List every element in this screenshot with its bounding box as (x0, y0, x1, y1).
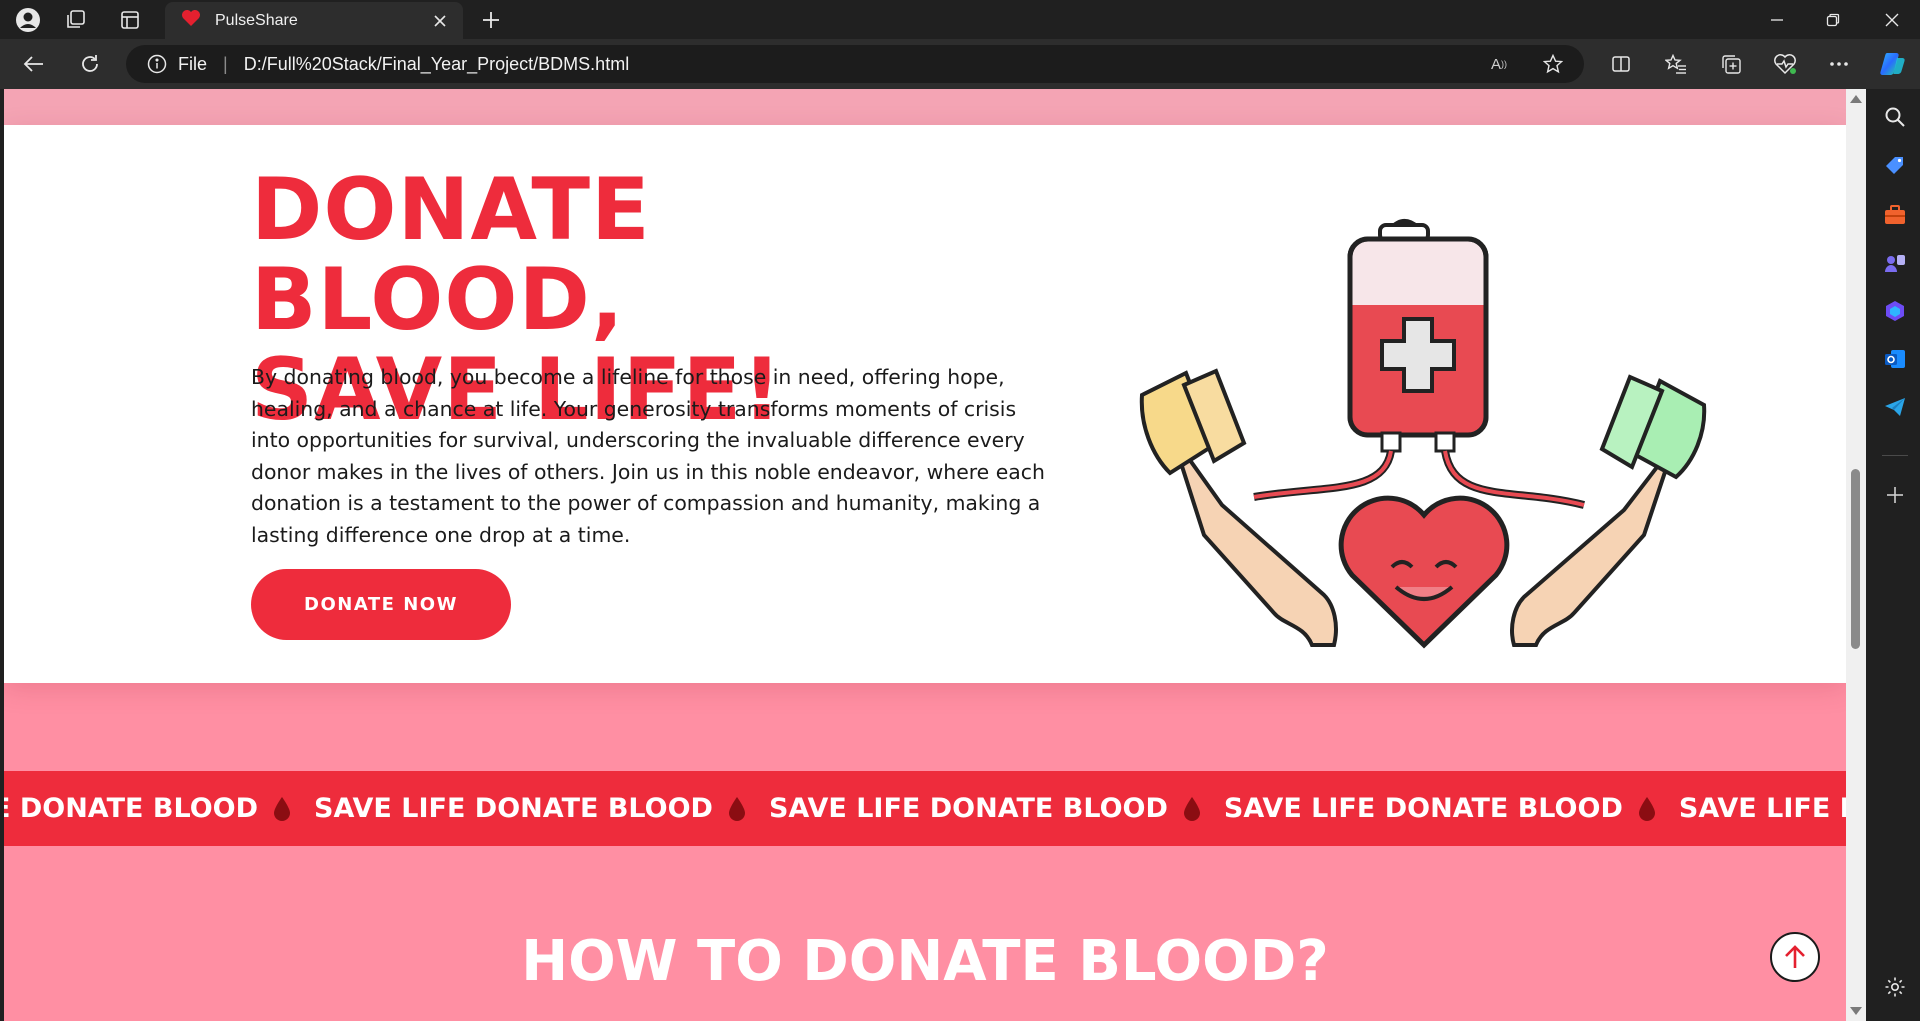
marquee-banner: E DONATE BLOOD SAVE LIFE DONATE BLOOD SA… (4, 771, 1846, 846)
read-aloud-icon[interactable]: A)) (1486, 52, 1512, 76)
browser-nav-bar: File | D:/Full%20Stack/Final_Year_Projec… (0, 39, 1920, 89)
minimize-icon[interactable] (1749, 0, 1805, 39)
marquee-text: E DONATE BLOOD (4, 793, 259, 824)
page-viewport: DONATE BLOOD, SAVE LIFE! By donating blo… (4, 89, 1846, 1021)
marquee-text: SAVE LIFE DONATE BLOOD (768, 793, 1168, 824)
blood-drop-icon (1183, 796, 1200, 821)
marquee-item: E DONATE BLOOD (4, 793, 314, 824)
browser-tab-bar: PulseShare (0, 0, 1920, 39)
address-separator: | (223, 53, 228, 74)
blood-drop-icon (728, 796, 745, 821)
scroll-up-arrow-icon[interactable] (1850, 95, 1862, 103)
sidebar-divider (1882, 455, 1908, 456)
marquee-text: SAVE LIFE DONATE BLOOD (1223, 793, 1623, 824)
tab-title: PulseShare (215, 11, 298, 29)
donate-now-button[interactable]: DONATE NOW (251, 569, 511, 640)
close-tab-icon[interactable] (429, 10, 451, 32)
collections-icon[interactable] (1713, 48, 1749, 80)
tools-briefcase-icon[interactable] (1879, 199, 1911, 231)
arrow-up-icon (1785, 945, 1805, 968)
page-scrollbar[interactable] (1846, 89, 1866, 1021)
restore-icon[interactable] (1805, 0, 1861, 39)
send-telegram-icon[interactable] (1879, 391, 1911, 423)
how-to-donate-heading: HOW TO DONATE BLOOD? (521, 929, 1329, 994)
marquee-track: E DONATE BLOOD SAVE LIFE DONATE BLOOD SA… (4, 771, 1846, 846)
address-bar[interactable]: File | D:/Full%20Stack/Final_Year_Projec… (126, 45, 1584, 83)
blood-drop-icon (274, 796, 291, 821)
heart-favicon-icon (181, 9, 201, 32)
close-window-icon[interactable] (1864, 0, 1920, 39)
header-strip (4, 89, 1846, 125)
tab-pulseshare[interactable]: PulseShare (165, 2, 463, 39)
new-tab-icon[interactable] (475, 4, 507, 36)
sidebar-settings-gear-icon[interactable] (1879, 971, 1911, 1003)
favorite-star-icon[interactable] (1540, 52, 1566, 76)
marquee-item: SAVE LIFE DONATE BLOOD (1224, 793, 1679, 824)
split-screen-icon[interactable] (1603, 48, 1639, 80)
back-icon[interactable] (16, 48, 52, 80)
blood-drop-icon (1638, 796, 1655, 821)
profile-icon[interactable] (8, 4, 48, 36)
marquee-text: SAVE LIFE DONATE BLOOD (1678, 793, 1846, 824)
address-scheme: File (178, 53, 208, 74)
hero-title-line1: DONATE BLOOD, (251, 160, 651, 350)
site-info-icon[interactable] (146, 53, 168, 75)
read-aloud-label: A (1490, 55, 1501, 73)
marquee-item: SAVE LIFE DONATE BLOOD (314, 793, 769, 824)
outlook-icon[interactable] (1879, 343, 1911, 375)
marquee-item: SAVE LIFE DONATE BLOOD (1679, 793, 1846, 824)
add-sidebar-app-icon[interactable] (1879, 479, 1911, 511)
hero-section: DONATE BLOOD, SAVE LIFE! By donating blo… (4, 125, 1846, 683)
marquee-item: SAVE LIFE DONATE BLOOD (769, 793, 1224, 824)
refresh-icon[interactable] (72, 48, 108, 80)
workspaces-icon[interactable] (56, 4, 96, 36)
blood-donation-illustration (1134, 205, 1714, 675)
copilot-app-icon[interactable] (1879, 295, 1911, 327)
browser-essentials-icon[interactable] (1767, 48, 1803, 80)
shopping-tag-icon[interactable] (1879, 149, 1911, 181)
favorites-icon[interactable] (1658, 48, 1694, 80)
hero-description: By donating blood, you become a lifeline… (251, 365, 1045, 547)
address-url: D:/Full%20Stack/Final_Year_Project/BDMS.… (243, 53, 630, 74)
tab-actions-icon[interactable] (110, 4, 150, 36)
games-icon[interactable] (1879, 247, 1911, 279)
search-icon[interactable] (1879, 101, 1911, 133)
more-options-icon[interactable] (1821, 48, 1857, 80)
edge-sidebar (1870, 89, 1920, 1021)
copilot-icon[interactable] (1875, 48, 1911, 80)
scroll-to-top-button[interactable] (1770, 932, 1820, 982)
scroll-down-arrow-icon[interactable] (1850, 1007, 1862, 1015)
scrollbar-thumb[interactable] (1851, 469, 1860, 649)
marquee-text: SAVE LIFE DONATE BLOOD (314, 793, 713, 824)
